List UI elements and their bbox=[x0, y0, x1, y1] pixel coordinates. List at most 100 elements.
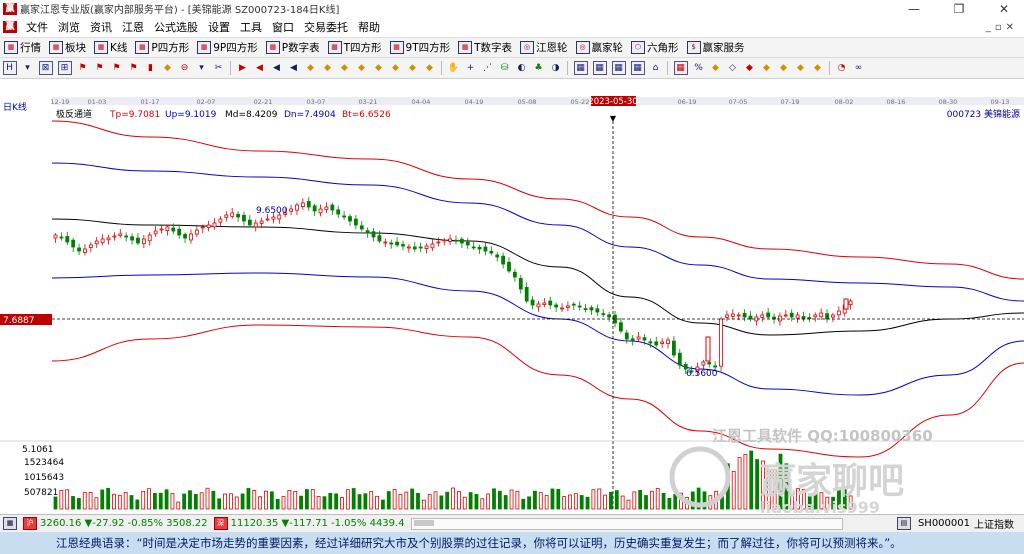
drawing-tool-icon[interactable]: + bbox=[465, 62, 477, 74]
drawing-tool-icon[interactable]: ◆ bbox=[424, 62, 436, 74]
sz-index-icon[interactable]: 深 bbox=[213, 517, 228, 530]
sh-change: ▼-27.92 bbox=[84, 518, 125, 529]
horizontal-scrollbar[interactable] bbox=[410, 517, 843, 530]
scroll-thumb[interactable] bbox=[413, 519, 434, 526]
menu-item-0[interactable]: 文件 bbox=[21, 19, 53, 35]
drawing-tool-icon[interactable]: ◑ bbox=[550, 62, 562, 74]
drawing-tool-icon[interactable]: ⋰ bbox=[482, 62, 494, 74]
drawing-tool-icon[interactable]: ⊠ bbox=[38, 61, 53, 75]
drawing-tool-icon[interactable]: ▦ bbox=[611, 61, 626, 75]
drawing-tool-icon[interactable]: ▾ bbox=[196, 62, 208, 74]
menu-item-8[interactable]: 交易委托 bbox=[299, 19, 353, 35]
candle-body bbox=[742, 312, 747, 318]
drawing-tool-icon[interactable]: ⊞ bbox=[57, 61, 72, 75]
drawing-tool-icon[interactable]: ◆ bbox=[390, 62, 402, 74]
drawing-tool-icon[interactable]: ◆ bbox=[744, 62, 756, 74]
menu-item-4[interactable]: 公式选股 bbox=[149, 19, 203, 35]
drawing-tool-icon[interactable]: ◆ bbox=[305, 62, 317, 74]
drawing-tool-icon[interactable]: ✋ bbox=[448, 62, 460, 74]
drawing-tool-icon[interactable]: ▮ bbox=[145, 62, 157, 74]
drawing-tool-icon[interactable]: ◀ bbox=[271, 62, 283, 74]
indicator-value: Tp=9.7081 bbox=[109, 110, 160, 120]
drawing-tool-icon[interactable]: ⚑ bbox=[94, 62, 106, 74]
mdi-restore-icon[interactable]: ▫ bbox=[995, 22, 1002, 33]
kline-chart-panel[interactable]: 12-19 01-03 01-17 02-07 02-21 03-07 03-21 04-04… bbox=[0, 79, 1024, 517]
toolbar-button-6[interactable]: ▦ T四方形 bbox=[324, 40, 386, 55]
candle-body bbox=[183, 234, 187, 239]
drawing-tool-icon[interactable]: ▦ bbox=[592, 61, 607, 75]
drawing-tool-icon[interactable]: ◆ bbox=[339, 62, 351, 74]
toolbar-button-10[interactable]: ◎ 赢家轮 bbox=[572, 40, 628, 55]
toolbar-button-8[interactable]: ▦ T数字表 bbox=[454, 40, 516, 55]
drawing-tool-icon[interactable]: ▾ bbox=[22, 62, 34, 74]
drawing-tool-icon[interactable]: ◇ bbox=[727, 62, 739, 74]
toolbar-button-1[interactable]: ▦ 板块 bbox=[45, 40, 90, 55]
drawing-tool-icon[interactable]: % bbox=[693, 62, 705, 74]
toolbar-button-3[interactable]: ▦ P四方形 bbox=[131, 40, 193, 55]
drawing-tool-icon[interactable]: ◆ bbox=[812, 62, 824, 74]
drawing-tool-icon[interactable]: ◀ bbox=[254, 62, 266, 74]
drawing-tool-icon[interactable]: ▶ bbox=[237, 62, 249, 74]
mdi-close-icon[interactable]: ✕ bbox=[1006, 22, 1014, 33]
toolbar-button-0[interactable]: ▦ 行情 bbox=[0, 40, 45, 55]
drawing-tool-icon[interactable]: ⚑ bbox=[128, 62, 140, 74]
menu-item-7[interactable]: 窗口 bbox=[267, 19, 299, 35]
drawing-tool-icon[interactable]: ▦ bbox=[630, 61, 645, 75]
drawing-tool-icon[interactable]: ◆ bbox=[407, 62, 419, 74]
drawing-tool-icon[interactable]: ⚑ bbox=[111, 62, 123, 74]
menu-item-5[interactable]: 设置 bbox=[203, 19, 235, 35]
menu-bar: 赢 文件 浏览 资讯 江恩 公式选股 设置 工具 窗口 交易委托 帮助 _ ▫ ✕ bbox=[0, 17, 1024, 38]
menu-item-1[interactable]: 浏览 bbox=[53, 19, 85, 35]
drawing-tool-icon[interactable]: ♣ bbox=[533, 62, 545, 74]
drawing-tool-icon[interactable]: ▦ bbox=[573, 61, 588, 75]
drawing-tool-icon[interactable]: ◆ bbox=[778, 62, 790, 74]
toolbar-label: P数字表 bbox=[281, 42, 320, 54]
drawing-tool-icon[interactable]: ∞ bbox=[853, 62, 865, 74]
candle-body bbox=[59, 236, 64, 239]
toolbar-button-11[interactable]: ⬡ 六角形 bbox=[627, 40, 683, 55]
toolbar-button-2[interactable]: ▦ K线 bbox=[90, 40, 131, 55]
close-icon[interactable]: ✕ bbox=[994, 2, 1014, 16]
menu-item-6[interactable]: 工具 bbox=[235, 19, 267, 35]
status-menu-icon[interactable]: ▦ bbox=[3, 517, 17, 530]
drawing-tool-icon[interactable]: ◆ bbox=[162, 62, 174, 74]
drawing-tool-icon[interactable]: ⛁ bbox=[499, 62, 511, 74]
mdi-minimize-icon[interactable]: _ bbox=[986, 22, 991, 33]
indicator-value: Up=9.1019 bbox=[165, 110, 217, 120]
drawing-tool-icon[interactable]: ◆ bbox=[761, 62, 773, 74]
kline-chart[interactable]: 12-19 01-03 01-17 02-07 02-21 03-07 03-21 04-04… bbox=[0, 79, 1024, 517]
drawing-tool-icon[interactable]: ◆ bbox=[373, 62, 385, 74]
drawing-tool-icon[interactable]: ◆ bbox=[322, 62, 334, 74]
candle-body bbox=[548, 300, 553, 306]
drawing-tool-icon[interactable]: ◆ bbox=[356, 62, 368, 74]
toolbar-button-4[interactable]: ▦ 9P四方形 bbox=[193, 40, 262, 55]
drawing-tool-icon[interactable]: ◆ bbox=[710, 62, 722, 74]
drawing-tool-icon[interactable]: ⚑ bbox=[77, 62, 89, 74]
minimize-icon[interactable]: — bbox=[904, 2, 924, 16]
volume-bar bbox=[147, 488, 151, 510]
toolbar-button-7[interactable]: ▦ 9T四方形 bbox=[386, 40, 455, 55]
candle-body bbox=[648, 341, 653, 344]
candle-body bbox=[518, 278, 523, 290]
drawing-tool-icon[interactable]: ✂ bbox=[213, 62, 225, 74]
menu-item-3[interactable]: 江恩 bbox=[117, 19, 149, 35]
toolbar-button-5[interactable]: ▦ P数字表 bbox=[262, 40, 324, 55]
drawing-tool-icon[interactable]: ◆ bbox=[795, 62, 807, 74]
menu-item-2[interactable]: 资讯 bbox=[85, 19, 117, 35]
volume-bar bbox=[749, 450, 754, 510]
menu-logo-icon[interactable]: 赢 bbox=[3, 21, 17, 33]
drawing-tool-icon[interactable]: ⊖ bbox=[179, 62, 191, 74]
index-icon[interactable]: ▤ bbox=[896, 517, 911, 530]
drawing-tool-icon[interactable]: ⌂ bbox=[650, 62, 662, 74]
toolbar-button-12[interactable]: $ 赢家服务 bbox=[683, 40, 749, 55]
drawing-tool-icon[interactable]: ◀ bbox=[288, 62, 300, 74]
drawing-tool-icon[interactable]: H bbox=[2, 61, 17, 75]
maximize-icon[interactable]: ❐ bbox=[949, 2, 969, 16]
sh-index-icon[interactable]: 沪 bbox=[23, 517, 37, 530]
drawing-tool-icon[interactable]: ◔ bbox=[836, 62, 848, 74]
drawing-tool-icon[interactable]: ▦ bbox=[673, 61, 688, 75]
menu-item-9[interactable]: 帮助 bbox=[353, 19, 385, 35]
drawing-tool-icon[interactable]: ◐ bbox=[516, 62, 528, 74]
candle-body bbox=[418, 246, 423, 249]
toolbar-button-9[interactable]: ◎ 江恩轮 bbox=[516, 40, 572, 55]
